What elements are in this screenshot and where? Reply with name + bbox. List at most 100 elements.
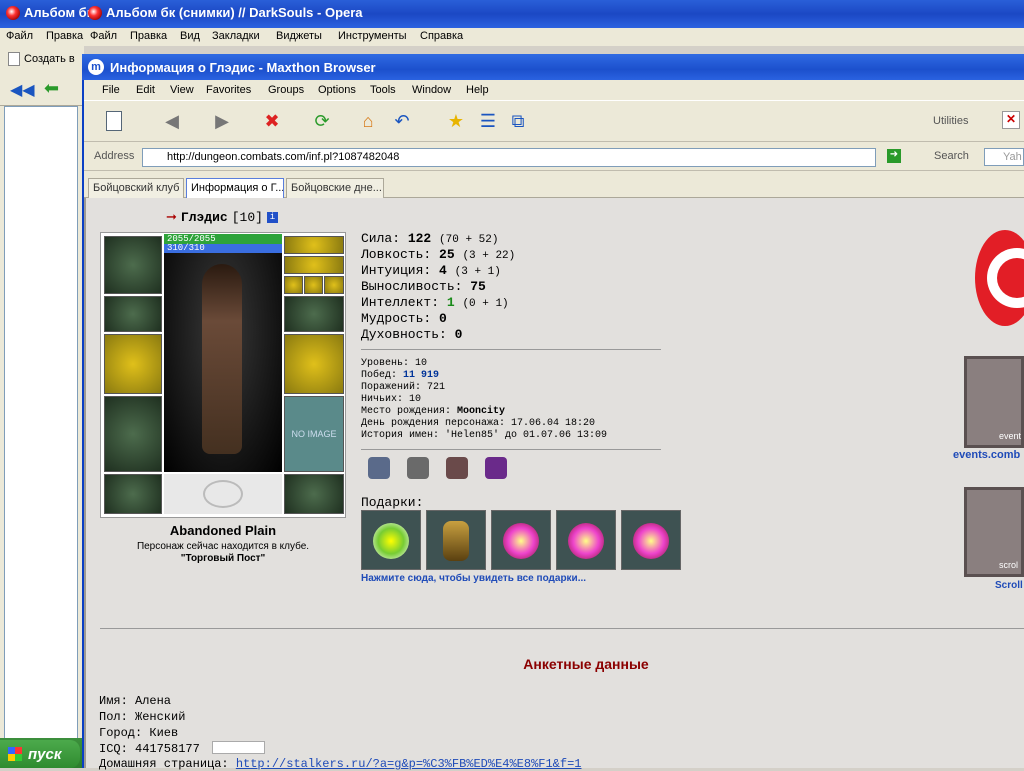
armor-slot[interactable] — [104, 396, 162, 472]
url-input[interactable]: http://dungeon.combats.com/inf.pl?108748… — [142, 148, 876, 167]
profile-heading: Анкетные данные — [523, 656, 649, 672]
earring-slot[interactable] — [284, 236, 344, 254]
amulet-slot[interactable] — [284, 256, 344, 274]
info-icon[interactable]: i — [266, 212, 278, 223]
menu-window[interactable]: Window — [412, 84, 451, 96]
badge-icon-1[interactable] — [368, 457, 390, 479]
weapon-slot[interactable] — [104, 334, 162, 394]
bracers-slot[interactable] — [104, 296, 162, 332]
opera-menu-bookmarks[interactable]: Закладки — [212, 30, 260, 42]
info-birthplace: Место рождения: Mooncity — [361, 406, 506, 417]
windows-logo-icon — [8, 747, 22, 761]
events-banner-icon[interactable]: event — [964, 356, 1024, 448]
gloves-slot[interactable] — [284, 296, 344, 332]
new-page-icon[interactable] — [102, 109, 126, 133]
opera-icon — [88, 5, 102, 20]
opera-side-panel — [4, 106, 78, 742]
profile-gender: Пол: Женский — [99, 710, 186, 724]
sidebar-toggle-icon[interactable]: ☰ — [476, 109, 500, 133]
start-button[interactable]: пуск — [0, 740, 80, 768]
menu-edit[interactable]: Edit — [136, 84, 155, 96]
opera-icon — [6, 5, 20, 20]
back-double-icon[interactable]: ◀◀ — [10, 80, 35, 100]
scroll-banner-icon[interactable]: scrol — [964, 487, 1024, 577]
ring-slot-2[interactable] — [304, 276, 323, 294]
opera-toolbar: Создать в ◀◀ ⬅ — [0, 46, 84, 106]
badge-icon-2[interactable] — [407, 457, 429, 479]
menu-favorites[interactable]: Favorites — [206, 84, 251, 96]
opera-menu-file2[interactable]: Файл — [90, 30, 117, 42]
info-name-history: История имен: 'Helen85' до 01.07.06 13:0… — [361, 430, 608, 441]
tab-dungeons[interactable]: Бойцовские дне... — [286, 178, 384, 198]
back-arrow-icon[interactable]: ⬅ — [44, 78, 59, 99]
all-gifts-link[interactable]: Нажмите сюда, чтобы увидеть все подарки.… — [361, 573, 586, 584]
status-line: Персонаж сейчас находится в клубе. — [136, 541, 310, 552]
utilities-label[interactable]: Utilities — [933, 115, 968, 127]
opera-menu-file[interactable]: Файл — [6, 30, 33, 42]
opera-tab-1[interactable]: Альбом бк — [6, 5, 93, 20]
tab-club[interactable]: Бойцовский клуб — [88, 178, 184, 198]
icq-status-box — [212, 741, 265, 754]
menu-file[interactable]: File — [102, 84, 120, 96]
opera-menu-tools[interactable]: Инструменты — [338, 30, 407, 42]
window-title: Информация о Глэдис - Maxthon Browser — [110, 59, 376, 75]
menu-groups[interactable]: Groups — [268, 84, 304, 96]
gift-item-3[interactable] — [491, 510, 551, 570]
opera-menu-view[interactable]: Вид — [180, 30, 200, 42]
opera-menu-edit2[interactable]: Правка — [130, 30, 167, 42]
maxthon-logo-icon: m — [88, 59, 104, 75]
menu-view[interactable]: View — [170, 84, 194, 96]
menu-help[interactable]: Help — [466, 84, 489, 96]
gift-item-2[interactable] — [426, 510, 486, 570]
gift-item-5[interactable] — [621, 510, 681, 570]
opera-tab-2[interactable]: Альбом бк (снимки) // DarkSouls - Opera — [88, 5, 363, 20]
home-icon[interactable]: ⌂ — [356, 109, 380, 133]
maxthon-menubar: File Edit View Favorites Groups Options … — [84, 80, 1024, 100]
info-wins: Побед: 11 919 — [361, 370, 440, 381]
info-losses: Поражений: 721 — [361, 382, 446, 393]
search-input[interactable]: Yah — [984, 148, 1024, 166]
opera-menu-widgets[interactable]: Виджеты — [276, 30, 322, 42]
gift-item-4[interactable] — [556, 510, 616, 570]
divider — [361, 349, 661, 350]
back-icon[interactable]: ◀ — [160, 109, 184, 133]
refresh-icon[interactable]: ⟳ — [310, 109, 334, 133]
profile-icq: ICQ: 441758177 — [99, 742, 200, 756]
close-icon[interactable]: ✕ — [1002, 111, 1020, 129]
badge-icon-4[interactable] — [485, 457, 507, 479]
menu-tools[interactable]: Tools — [370, 84, 396, 96]
favorites-star-icon[interactable]: ★ — [444, 109, 468, 133]
arrow-icon: ➞ — [166, 210, 177, 225]
go-icon[interactable]: ➜ — [887, 149, 901, 163]
forward-icon[interactable]: ▶ — [210, 109, 234, 133]
document-icon — [8, 52, 20, 66]
events-link[interactable]: events.comb — [953, 449, 1020, 461]
new-window-icon[interactable]: ⧉ — [506, 109, 530, 133]
menu-options[interactable]: Options — [318, 84, 356, 96]
offhand-slot[interactable] — [284, 334, 344, 394]
badge-icon-3[interactable] — [446, 457, 468, 479]
scroll-link[interactable]: Scroll — [995, 580, 1023, 591]
belt-slot[interactable] — [104, 474, 162, 514]
opera-menubar: Файл Правка Файл Правка Вид Закладки Вид… — [0, 28, 1024, 46]
stat-intellect: Интеллект: 1 (0 + 1) — [361, 295, 509, 310]
ring-slot-3[interactable] — [324, 276, 344, 294]
ring-slot-1[interactable] — [284, 276, 303, 294]
stat-endurance: Выносливость: 75 — [361, 279, 486, 294]
undo-icon[interactable]: ↶ — [390, 109, 414, 133]
opera-menu-edit[interactable]: Правка — [46, 30, 83, 42]
character-portrait[interactable] — [164, 234, 282, 472]
maxthon-titlebar: m Информация о Глэдис - Maxthon Browser — [82, 54, 1024, 80]
opera-menu-help[interactable]: Справка — [420, 30, 463, 42]
boots-slot[interactable] — [284, 474, 344, 514]
address-label: Address — [94, 150, 135, 162]
stop-icon[interactable]: ✖ — [260, 109, 284, 133]
opera-create-button[interactable]: Создать в — [8, 52, 75, 66]
helmet-slot[interactable] — [104, 236, 162, 294]
mana-bar: 310/310 — [164, 244, 282, 253]
divider — [361, 449, 661, 450]
character-level: [10] — [231, 210, 263, 225]
tab-info[interactable]: Информация о Г... — [186, 178, 284, 198]
homepage-link[interactable]: http://stalkers.ru/?a=g&p=%C3%FB%ED%E4%E… — [236, 757, 582, 771]
gift-item-1[interactable] — [361, 510, 421, 570]
